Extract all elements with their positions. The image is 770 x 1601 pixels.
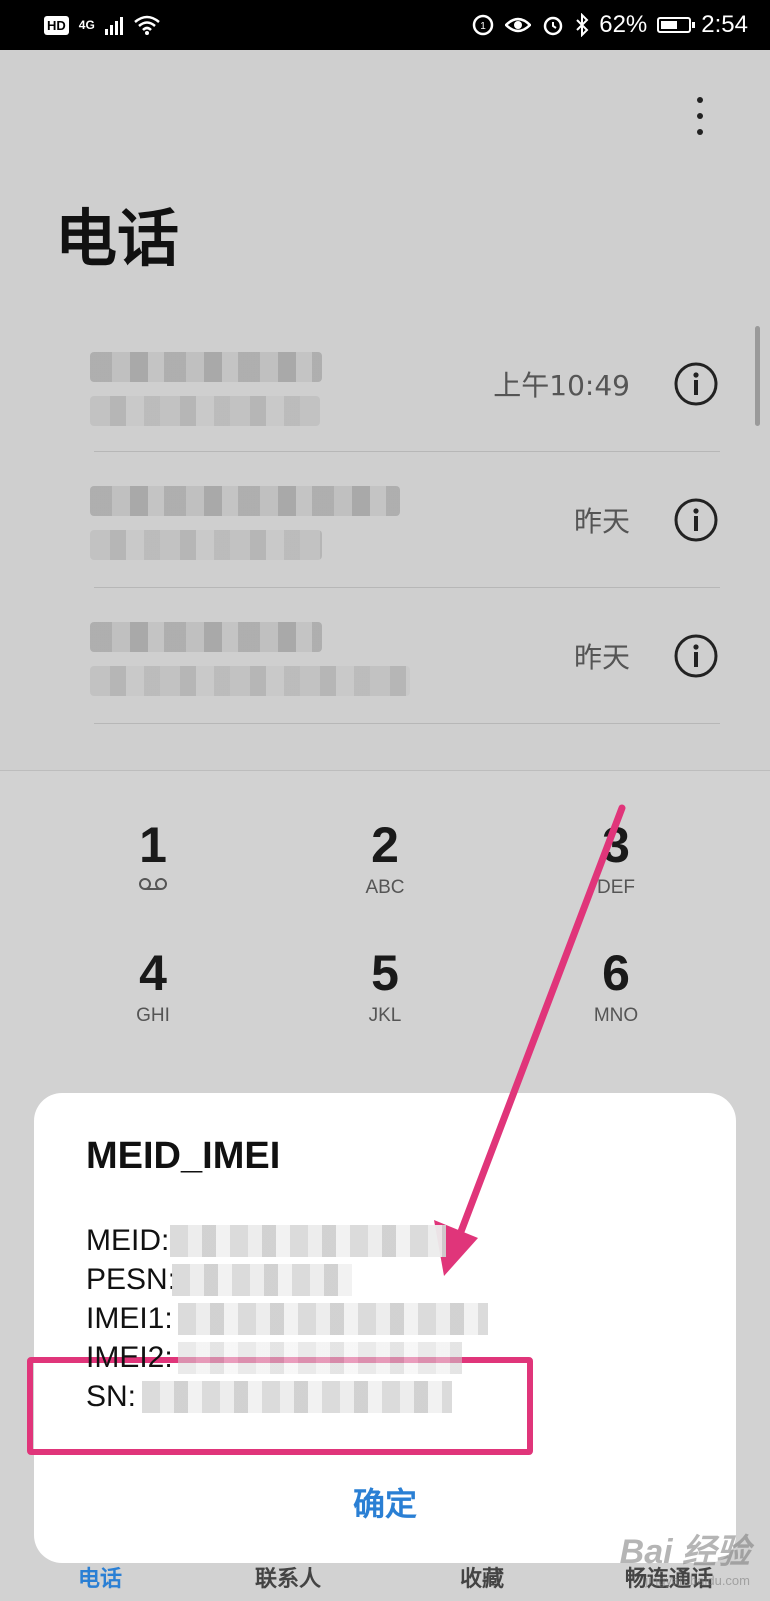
redacted-contact-name bbox=[90, 486, 400, 516]
signal-icon bbox=[104, 15, 123, 35]
call-log-row[interactable]: 上午10:49 bbox=[0, 316, 770, 452]
device-id-list: MEID: PESN: IMEI1: IMEI2: SN: bbox=[86, 1221, 488, 1416]
watermark: Bai 经验 jingyan.baidu.com bbox=[620, 1524, 750, 1588]
redacted-contact-number bbox=[90, 666, 410, 696]
call-log-row[interactable]: 昨天 bbox=[0, 452, 770, 588]
wifi-icon bbox=[133, 15, 160, 35]
key-letters: GHI bbox=[136, 1005, 170, 1026]
nav-tab-favorites[interactable]: 收藏 bbox=[460, 1561, 504, 1593]
more-options-button[interactable] bbox=[680, 86, 720, 146]
imei1-label: IMEI1: bbox=[86, 1302, 173, 1335]
network-type: 4G bbox=[78, 18, 95, 32]
key-digit: 4 bbox=[139, 945, 167, 1001]
dialpad-key-3[interactable]: 3 DEF bbox=[546, 817, 686, 899]
data-saver-icon: 1 bbox=[472, 14, 494, 36]
hd-badge: HD bbox=[44, 15, 69, 35]
redacted-value bbox=[178, 1342, 462, 1374]
imei1-line: IMEI1: bbox=[86, 1299, 488, 1338]
sn-label: SN: bbox=[86, 1380, 137, 1413]
alarm-icon bbox=[543, 16, 563, 36]
nav-tab-contacts[interactable]: 联系人 bbox=[255, 1561, 321, 1593]
app-header: 电话 bbox=[0, 50, 770, 300]
clock: 2:54 bbox=[701, 11, 748, 38]
dialpad-key-4[interactable]: 4 GHI bbox=[83, 945, 223, 1027]
key-letters: MNO bbox=[593, 1005, 639, 1026]
page-title: 电话 bbox=[55, 202, 180, 275]
key-digit: 2 bbox=[371, 817, 399, 873]
redacted-contact-number bbox=[90, 396, 320, 426]
sn-line: SN: bbox=[86, 1377, 452, 1416]
redacted-contact-number bbox=[90, 530, 322, 560]
info-icon[interactable] bbox=[674, 634, 718, 678]
svg-text:1: 1 bbox=[480, 21, 486, 32]
redacted-contact-name bbox=[90, 352, 322, 382]
battery-fill bbox=[661, 21, 678, 29]
more-vertical-icon-dot bbox=[697, 129, 703, 135]
call-time: 昨天 bbox=[573, 641, 630, 674]
watermark-brand: Bai 经验 bbox=[619, 1533, 750, 1571]
key-digit: 1 bbox=[139, 817, 167, 873]
battery-percent: 62% bbox=[599, 11, 648, 38]
key-letters: JKL bbox=[368, 1005, 402, 1026]
watermark-url: jingyan.baidu.com bbox=[645, 1573, 750, 1588]
redacted-value bbox=[170, 1225, 446, 1257]
call-log-list: 上午10:49 昨天 昨天 bbox=[0, 316, 770, 758]
more-vertical-icon-dot bbox=[697, 113, 703, 119]
dialpad-key-6[interactable]: 6 MNO bbox=[546, 945, 686, 1027]
divider bbox=[94, 723, 720, 724]
key-digit: 6 bbox=[602, 945, 630, 1001]
dialpad-key-5[interactable]: 5 JKL bbox=[315, 945, 455, 1027]
dialpad-key-1[interactable]: 1 bbox=[83, 817, 223, 895]
key-digit: 3 bbox=[602, 817, 630, 873]
voicemail-icon bbox=[139, 878, 167, 890]
meid-label: MEID: bbox=[86, 1224, 170, 1257]
imei2-line: IMEI2: bbox=[86, 1338, 462, 1377]
nav-tab-phone[interactable]: 电话 bbox=[78, 1561, 122, 1593]
more-vertical-icon bbox=[697, 97, 703, 103]
info-icon[interactable] bbox=[674, 362, 718, 406]
meid-imei-dialog: MEID_IMEI MEID: PESN: IMEI1: IMEI2: SN: … bbox=[34, 1093, 736, 1563]
ok-button[interactable]: 确定 bbox=[34, 1479, 736, 1525]
call-time: 昨天 bbox=[573, 505, 630, 538]
redacted-contact-name bbox=[90, 622, 322, 652]
key-letters: ABC bbox=[365, 877, 405, 898]
call-log-row[interactable]: 昨天 bbox=[0, 588, 770, 724]
redacted-value bbox=[178, 1303, 488, 1335]
status-bar: HD 4G 1 62% 2:54 bbox=[0, 0, 770, 50]
key-letters: DEF bbox=[597, 877, 635, 898]
pesn-label: PESN: bbox=[86, 1263, 177, 1296]
info-icon[interactable] bbox=[674, 498, 718, 542]
redacted-value bbox=[142, 1381, 452, 1413]
call-time: 上午10:49 bbox=[493, 369, 630, 402]
meid-line: MEID: bbox=[86, 1221, 446, 1260]
dialpad-key-2[interactable]: 2 ABC bbox=[315, 817, 455, 899]
imei2-label: IMEI2: bbox=[86, 1341, 173, 1374]
redacted-value bbox=[172, 1264, 352, 1296]
bluetooth-icon bbox=[576, 13, 589, 37]
dialog-title: MEID_IMEI bbox=[86, 1135, 281, 1177]
key-digit: 5 bbox=[371, 945, 399, 1001]
battery-icon bbox=[657, 17, 696, 33]
pesn-line: PESN: bbox=[86, 1260, 352, 1299]
eye-comfort-icon bbox=[505, 17, 532, 33]
